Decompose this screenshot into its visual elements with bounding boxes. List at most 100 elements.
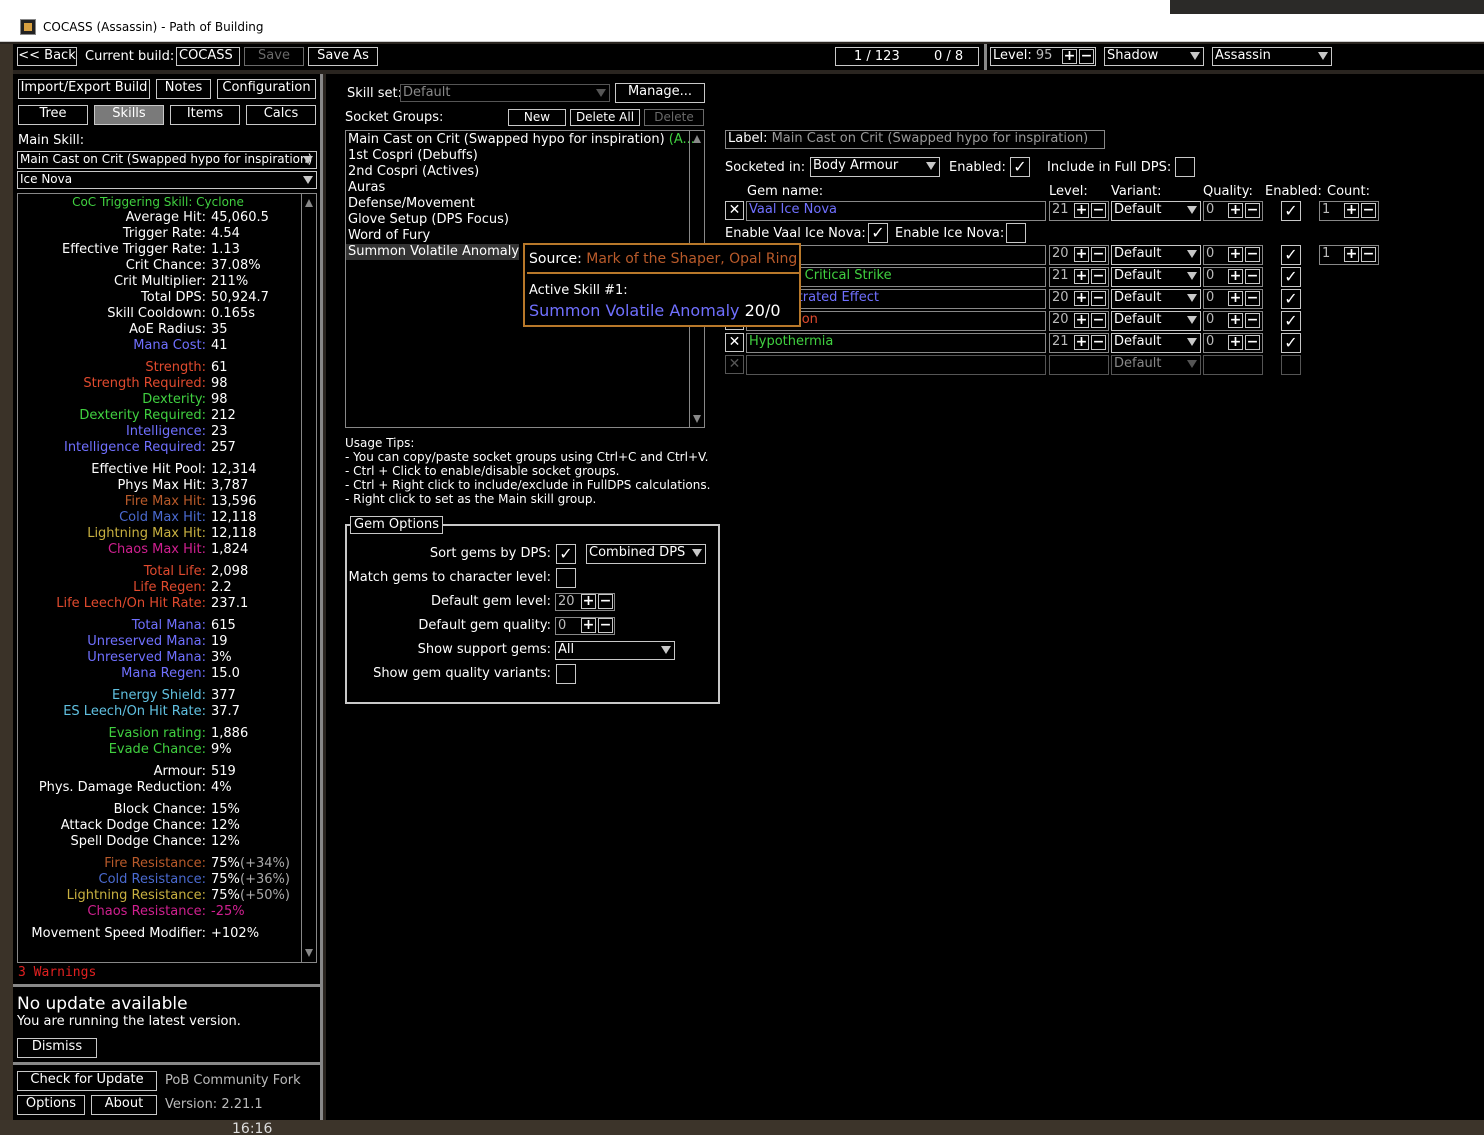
gem-level-plus-button[interactable]: + bbox=[1074, 203, 1089, 218]
gem-count-plus-button[interactable]: + bbox=[1344, 247, 1359, 262]
remove-gem-icon[interactable]: ✕ bbox=[725, 355, 744, 374]
default-quality-plus-button[interactable]: + bbox=[581, 618, 596, 633]
gem-level-plus-button[interactable]: + bbox=[1074, 269, 1089, 284]
new-gem-variant-dropdown[interactable]: Default bbox=[1111, 355, 1201, 375]
scroll-up-icon[interactable] bbox=[693, 135, 701, 143]
gem-level-plus-button[interactable]: + bbox=[1074, 291, 1089, 306]
gem-quality-plus-button[interactable]: + bbox=[1228, 203, 1243, 218]
gem-variant-dropdown[interactable]: Default bbox=[1111, 289, 1201, 309]
build-name-field[interactable]: COCASS bbox=[176, 47, 240, 66]
gem-level-minus-button[interactable]: − bbox=[1091, 269, 1106, 284]
socketed-in-dropdown[interactable]: Body Armour bbox=[810, 157, 940, 177]
full-dps-checkbox[interactable] bbox=[1175, 157, 1195, 177]
gem-enabled-checkbox[interactable]: ✓ bbox=[1281, 333, 1301, 353]
tab-skills[interactable]: Skills bbox=[94, 105, 164, 125]
gem-quality-plus-button[interactable]: + bbox=[1228, 335, 1243, 350]
show-variants-checkbox[interactable] bbox=[556, 664, 576, 684]
skill-set-dropdown[interactable]: Default bbox=[400, 84, 610, 102]
socket-group-item[interactable]: Auras bbox=[346, 180, 385, 196]
configuration-button[interactable]: Configuration bbox=[217, 79, 316, 99]
gem-enabled-checkbox[interactable]: ✓ bbox=[1281, 201, 1301, 221]
socket-group-item[interactable]: 1st Cospri (Debuffs) bbox=[346, 148, 478, 164]
gem-variant-dropdown[interactable]: Default bbox=[1111, 333, 1201, 353]
check-update-button[interactable]: Check for Update bbox=[17, 1071, 157, 1091]
ascendancy-dropdown[interactable]: Assassin bbox=[1212, 47, 1332, 66]
gem-name-field[interactable]: Hypothermia bbox=[746, 333, 1046, 353]
sort-gems-checkbox[interactable]: ✓ bbox=[556, 544, 576, 564]
remove-gem-icon[interactable]: ✕ bbox=[725, 333, 744, 352]
delete-button[interactable]: Delete bbox=[644, 109, 704, 126]
gem-quality-plus-button[interactable]: + bbox=[1228, 247, 1243, 262]
gem-quality-minus-button[interactable]: − bbox=[1245, 313, 1260, 328]
gem-level-minus-button[interactable]: − bbox=[1091, 335, 1106, 350]
gem-count-minus-button[interactable]: − bbox=[1361, 247, 1376, 262]
gem-quality-plus-button[interactable]: + bbox=[1228, 291, 1243, 306]
gem-enabled-checkbox[interactable]: ✓ bbox=[1281, 289, 1301, 309]
sub-skill-dropdown[interactable]: Ice Nova bbox=[17, 171, 317, 189]
gem-level-minus-button[interactable]: − bbox=[1091, 247, 1106, 262]
enable-ice-checkbox[interactable] bbox=[1006, 223, 1026, 243]
tab-calcs[interactable]: Calcs bbox=[246, 105, 316, 125]
default-level-minus-button[interactable]: − bbox=[598, 594, 613, 609]
default-quality-minus-button[interactable]: − bbox=[598, 618, 613, 633]
socket-group-item[interactable]: Word of Fury bbox=[346, 228, 430, 244]
gem-enabled-checkbox[interactable]: ✓ bbox=[1281, 267, 1301, 287]
options-button[interactable]: Options bbox=[17, 1095, 85, 1115]
gem-variant-dropdown[interactable]: Default bbox=[1111, 201, 1201, 221]
scroll-down-icon[interactable] bbox=[305, 949, 313, 957]
gem-enabled-checkbox[interactable]: ✓ bbox=[1281, 311, 1301, 331]
manage-button[interactable]: Manage... bbox=[615, 83, 705, 103]
save-as-button[interactable]: Save As bbox=[308, 47, 378, 66]
gem-quality-minus-button[interactable]: − bbox=[1245, 291, 1260, 306]
warnings-label[interactable]: 3 Warnings bbox=[18, 965, 96, 980]
class-dropdown[interactable]: Shadow bbox=[1104, 47, 1204, 66]
gem-quality-minus-button[interactable]: − bbox=[1245, 247, 1260, 262]
gem-quality-plus-button[interactable]: + bbox=[1228, 269, 1243, 284]
new-group-button[interactable]: New bbox=[508, 109, 566, 126]
gem-count-plus-button[interactable]: + bbox=[1344, 203, 1359, 218]
level-minus-button[interactable]: − bbox=[1079, 49, 1094, 64]
delete-all-button[interactable]: Delete All bbox=[570, 109, 640, 126]
socket-group-item[interactable]: Defense/Movement bbox=[346, 196, 475, 212]
back-button[interactable]: << Back bbox=[17, 47, 77, 66]
gem-count-minus-button[interactable]: − bbox=[1361, 203, 1376, 218]
import-export-button[interactable]: Import/Export Build bbox=[18, 79, 150, 99]
gem-quality-minus-button[interactable]: − bbox=[1245, 269, 1260, 284]
gem-variant-dropdown[interactable]: Default bbox=[1111, 311, 1201, 331]
gem-name-field[interactable]: Vaal Ice Nova bbox=[746, 201, 1046, 221]
socket-group-item[interactable]: Main Cast on Crit (Swapped hypo for insp… bbox=[346, 132, 695, 148]
tab-tree[interactable]: Tree bbox=[18, 105, 88, 125]
new-gem-level-field[interactable] bbox=[1049, 355, 1109, 375]
socket-group-item[interactable]: Glove Setup (DPS Focus) bbox=[346, 212, 509, 228]
group-label-field[interactable]: Label: Main Cast on Crit (Swapped hypo f… bbox=[725, 130, 1105, 149]
about-button[interactable]: About bbox=[91, 1095, 157, 1115]
dismiss-button[interactable]: Dismiss bbox=[17, 1038, 97, 1058]
gem-quality-minus-button[interactable]: − bbox=[1245, 203, 1260, 218]
remove-gem-icon[interactable]: ✕ bbox=[725, 201, 744, 220]
new-gem-name-field[interactable] bbox=[746, 355, 1046, 375]
gem-level-minus-button[interactable]: − bbox=[1091, 313, 1106, 328]
save-button[interactable]: Save bbox=[244, 47, 304, 66]
socket-group-item[interactable]: 2nd Cospri (Actives) bbox=[346, 164, 479, 180]
gem-level-plus-button[interactable]: + bbox=[1074, 335, 1089, 350]
main-skill-dropdown[interactable]: Main Cast on Crit (Swapped hypo for insp… bbox=[17, 151, 317, 169]
scroll-up-icon[interactable] bbox=[305, 199, 313, 207]
socket-group-item[interactable]: Summon Volatile Anomaly bbox=[346, 244, 520, 260]
gem-level-plus-button[interactable]: + bbox=[1074, 247, 1089, 262]
match-gems-checkbox[interactable] bbox=[556, 568, 576, 588]
sort-mode-dropdown[interactable]: Combined DPS bbox=[586, 544, 706, 564]
gem-level-plus-button[interactable]: + bbox=[1074, 313, 1089, 328]
gem-variant-dropdown[interactable]: Default bbox=[1111, 267, 1201, 287]
default-level-plus-button[interactable]: + bbox=[581, 594, 596, 609]
gem-quality-plus-button[interactable]: + bbox=[1228, 313, 1243, 328]
level-plus-button[interactable]: + bbox=[1062, 49, 1077, 64]
new-gem-quality-field[interactable] bbox=[1203, 355, 1263, 375]
stats-scrollbar[interactable] bbox=[301, 194, 316, 962]
scroll-down-icon[interactable] bbox=[693, 415, 701, 423]
gem-enabled-checkbox[interactable]: ✓ bbox=[1281, 245, 1301, 265]
support-gems-dropdown[interactable]: All bbox=[555, 641, 675, 660]
enable-vaal-checkbox[interactable]: ✓ bbox=[868, 223, 888, 243]
tab-items[interactable]: Items bbox=[170, 105, 240, 125]
new-gem-enabled-checkbox[interactable] bbox=[1281, 355, 1301, 375]
gem-quality-minus-button[interactable]: − bbox=[1245, 335, 1260, 350]
